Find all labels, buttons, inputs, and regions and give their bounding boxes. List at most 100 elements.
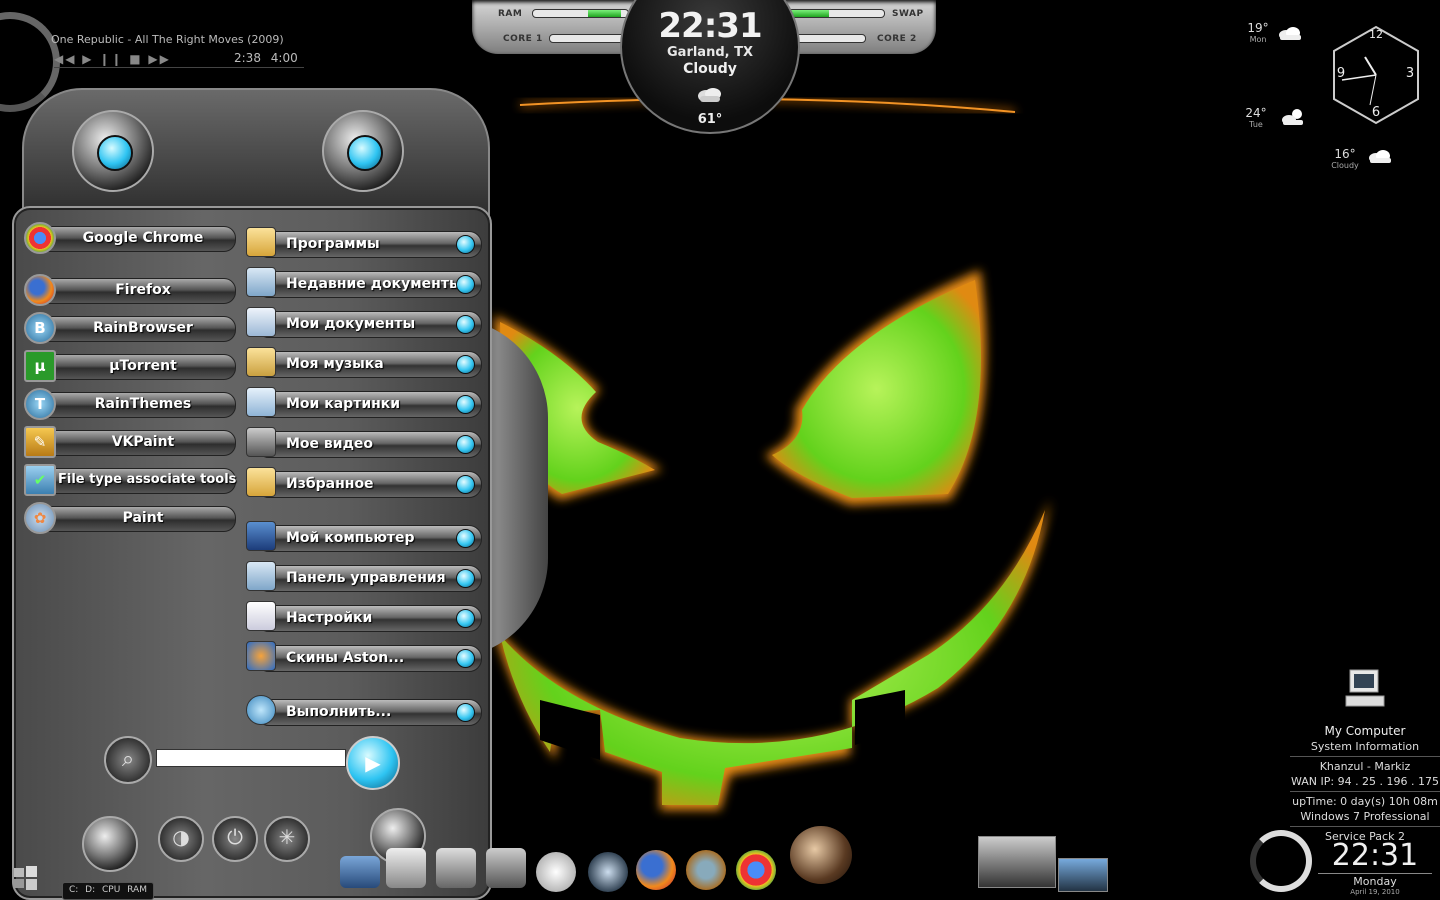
- sun-cloud-icon: [1282, 109, 1303, 125]
- clock-numeral-9: 9: [1337, 66, 1345, 81]
- my-pictures-icon: [246, 387, 276, 417]
- menu-bottom-left-knob[interactable]: [82, 816, 138, 872]
- menu-item-utorrent[interactable]: µ µTorrent: [24, 350, 236, 382]
- expand-dot-icon: [456, 235, 475, 254]
- firefox-dock-icon[interactable]: [636, 850, 676, 890]
- swap-label: SWAP: [892, 9, 924, 19]
- search-go-button[interactable]: ▶: [346, 736, 400, 790]
- forecast-day-2: 24° Tue: [1241, 106, 1271, 129]
- restart-icon[interactable]: ✳: [264, 816, 310, 862]
- documents-dock-icon[interactable]: [386, 848, 426, 888]
- swap-meter: [788, 9, 885, 18]
- forecast-day: Tue: [1249, 120, 1263, 129]
- sysinfo-os: Windows 7 Professional: [1300, 810, 1430, 823]
- menu-item-my-computer[interactable]: Мой компьютер: [246, 520, 482, 554]
- trash-dock-icon[interactable]: [790, 826, 852, 884]
- my-documents-icon: [246, 307, 276, 337]
- menu-item-paint[interactable]: ✿ Paint: [24, 502, 236, 534]
- start-menu: Google Chrome Firefox B RainBrowser µ µT…: [8, 88, 548, 900]
- menu-item-rainthemes[interactable]: T RainThemes: [24, 388, 236, 420]
- aston-skins-icon: [246, 641, 276, 671]
- clock-numeral-3: 3: [1406, 66, 1414, 81]
- windows-start-icon[interactable]: [10, 862, 40, 892]
- search-dock-icon[interactable]: [588, 852, 628, 892]
- media-times: 2:38 4:00: [234, 51, 298, 65]
- firefox-icon: [24, 274, 56, 306]
- skull-dock-icon[interactable]: [536, 852, 576, 892]
- lock-icon[interactable]: ◑: [158, 816, 204, 862]
- ram-label: RAM: [498, 9, 523, 19]
- core2-label: CORE 2: [877, 34, 917, 44]
- forecast-day: Mon: [1249, 35, 1267, 44]
- power-icon[interactable]: ⏻: [212, 816, 258, 862]
- forecast-temp: 16°: [1334, 147, 1356, 161]
- menu-item-my-music[interactable]: Моя музыка: [246, 346, 482, 380]
- my-computer-label[interactable]: My Computer: [1290, 724, 1440, 739]
- search-input[interactable]: [156, 749, 346, 767]
- expand-dot-icon: [456, 569, 475, 588]
- paint-icon: ✿: [24, 502, 56, 534]
- menu-item-google-chrome[interactable]: Google Chrome: [24, 222, 236, 254]
- baseball-dock-icon[interactable]: [686, 850, 726, 890]
- chrome-icon: [24, 222, 56, 254]
- forecast-day: Cloudy: [1331, 161, 1359, 170]
- media-controls[interactable]: ◀◀ ▶ ❙❙ ■ ▶▶: [54, 52, 171, 66]
- computer-dock-icon[interactable]: [436, 848, 476, 888]
- gem-icon: [97, 135, 133, 171]
- expand-dot-icon: [456, 435, 475, 454]
- sysinfo-wan-ip: WAN IP: 94 . 25 . 196 . 175: [1290, 775, 1440, 788]
- weather-clock-dome: 22:31 Garland, TX Cloudy 61°: [620, 0, 800, 134]
- menu-item-my-video[interactable]: Мое видео: [246, 426, 482, 460]
- menu-item-rainbrowser[interactable]: B RainBrowser: [24, 312, 236, 344]
- menu-item-settings[interactable]: Настройки: [246, 600, 482, 634]
- vkpaint-icon: ✎: [24, 426, 56, 458]
- menu-right-knob[interactable]: [322, 110, 404, 192]
- clock-numeral-12: 12: [1369, 28, 1383, 41]
- control-panel-icon: [246, 561, 276, 591]
- expand-dot-icon: [456, 609, 475, 628]
- menu-left-knob[interactable]: [72, 110, 154, 192]
- desktop-clock-day: Monday: [1353, 875, 1397, 888]
- cloud-icon: [1279, 27, 1301, 40]
- settings-icon: [246, 601, 276, 631]
- menu-item-recent-documents[interactable]: Недавние документы: [246, 266, 482, 300]
- gem-icon: [347, 135, 383, 171]
- menu-item-aston-skins[interactable]: Скины Aston...: [246, 640, 482, 674]
- menu-item-my-pictures[interactable]: Мои картинки: [246, 386, 482, 420]
- chrome-dock-icon[interactable]: [736, 850, 776, 890]
- menu-item-vkpaint[interactable]: ✎ VKPaint: [24, 426, 236, 458]
- menu-item-file-type-associate-tools[interactable]: ✔ File type associate tools: [24, 464, 236, 496]
- window-preview-2[interactable]: [1058, 858, 1108, 892]
- menu-item-run[interactable]: Выполнить...: [246, 694, 482, 728]
- clock-numeral-6: 6: [1372, 105, 1380, 120]
- search-icon[interactable]: ⌕: [104, 736, 152, 784]
- sysinfo-user: Khanzul - Markiz: [1319, 760, 1411, 773]
- my-computer-icon: [246, 521, 276, 551]
- cloud-icon: [1369, 150, 1391, 163]
- ram-meter-fill: [588, 10, 621, 17]
- desktop-clock-time: 22:31: [1331, 838, 1419, 873]
- ram-meter: [532, 9, 629, 18]
- window-preview-1[interactable]: [978, 836, 1056, 888]
- menu-item-my-documents[interactable]: Мои документы: [246, 306, 482, 340]
- expand-dot-icon: [456, 649, 475, 668]
- media-progress-track[interactable]: [54, 67, 304, 68]
- expand-dot-icon: [456, 395, 475, 414]
- desktop-clock-date: April 19, 2010: [1350, 888, 1400, 896]
- menu-item-favorites[interactable]: Избранное: [246, 466, 482, 500]
- utorrent-icon: µ: [24, 350, 56, 382]
- sysinfo-uptime: upTime: 0 day(s) 10h 08m: [1292, 795, 1438, 808]
- expand-dot-icon: [456, 703, 475, 722]
- menu-item-programs[interactable]: Программы: [246, 226, 482, 260]
- dome-temperature: 61°: [697, 112, 723, 127]
- menu-item-firefox[interactable]: Firefox: [24, 274, 236, 306]
- music-dock-icon[interactable]: [486, 848, 526, 888]
- clock-ring-decoration: [1250, 830, 1312, 892]
- menu-item-control-panel[interactable]: Панель управления: [246, 560, 482, 594]
- now-playing-title: One Republic - All The Right Moves (2009…: [51, 33, 284, 46]
- file-assoc-icon: ✔: [24, 464, 56, 496]
- sysinfo-title: System Information: [1310, 740, 1420, 753]
- desktop-dock-icon[interactable]: [340, 856, 380, 888]
- drive-cpu-ram-indicator[interactable]: C: D: CPU RAM: [62, 882, 154, 900]
- total-time: 4:00: [270, 51, 298, 65]
